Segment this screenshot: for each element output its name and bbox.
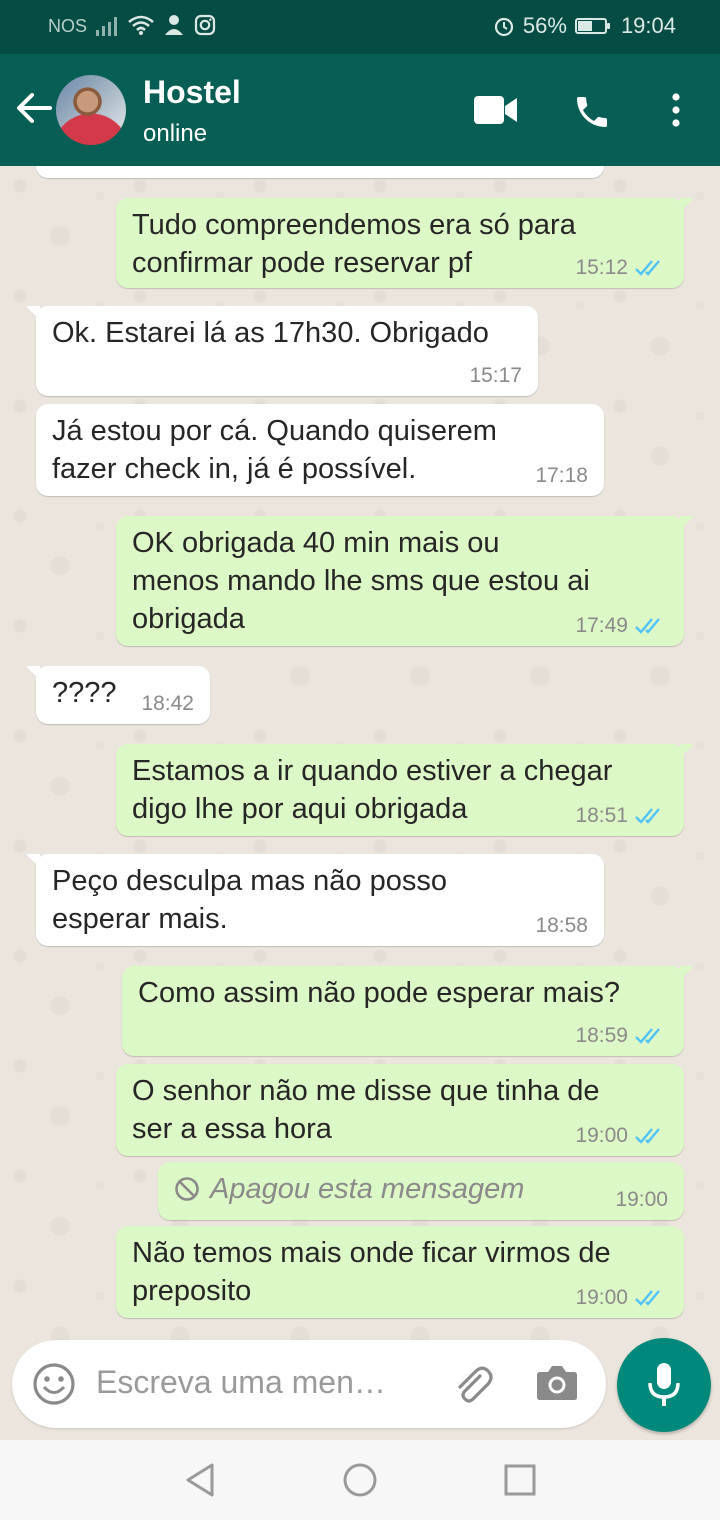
message-bubble-deleted[interactable]: Apagou esta mensagem 19:00 [158,1162,684,1220]
clock: 19:04 [620,13,676,38]
read-ticks-icon [635,1128,660,1144]
message-text: Já estou por cá. Quando quiserem fazer c… [52,415,497,485]
message-text: Tudo compreendemos era só para confirmar… [132,209,576,279]
message-text: Apagou esta mensagem [210,1173,525,1205]
message-bubble-outgoing[interactable]: Tudo compreendemos era só para confirmar… [116,198,694,288]
read-ticks-icon [635,1290,660,1306]
mic-button[interactable] [617,1338,711,1432]
message-bubble-outgoing[interactable]: Não temos mais onde ficar virmos de prep… [116,1226,684,1318]
message-text: OK obrigada 40 min mais ou menos mando l… [132,527,590,635]
alarm-icon [494,17,513,37]
message-input[interactable]: Escreva uma men… [96,1364,386,1401]
back-arrow-icon[interactable] [14,86,54,130]
message-bubble-incoming[interactable]: Ok. Estarei lá as 17h30. Obrigado 15:17 [26,306,538,396]
contact-status: online [143,120,208,147]
message-text: Ok. Estarei lá as 17h30. Obrigado [52,317,489,349]
message-bubble-outgoing[interactable]: O senhor não me disse que tinha de ser a… [116,1064,684,1156]
message-bubble-outgoing[interactable]: OK obrigada 40 min mais ou menos mando l… [116,516,694,646]
message-text: Peço desculpa mas não posso esperar mais… [52,865,447,935]
video-call-icon[interactable] [474,96,518,124]
message-text: O senhor não me disse que tinha de ser a… [132,1075,600,1145]
nav-recents-icon[interactable] [504,1464,536,1496]
message-time: 17:49 [575,614,628,637]
person-add-icon [165,15,183,35]
read-ticks-icon [635,260,660,276]
message-time: 19:00 [615,1188,668,1211]
message-bubble-incoming[interactable]: ???? 18:42 [26,666,210,724]
nav-home-icon[interactable] [342,1462,378,1498]
mic-icon [648,1363,680,1406]
camera-icon[interactable] [536,1364,578,1402]
message-bubble-partial [36,166,604,178]
message-bubble-incoming[interactable]: Já estou por cá. Quando quiserem fazer c… [36,404,604,496]
contact-name[interactable]: Hostel [143,74,241,111]
wifi-icon [128,15,154,35]
message-time: 19:00 [575,1124,628,1147]
message-time: 18:58 [535,914,588,937]
system-nav-bar [0,1440,720,1520]
status-bar: NOS 56% 19:04 [0,0,720,54]
message-time: 18:42 [141,692,194,715]
message-time: 19:00 [575,1286,628,1309]
message-text: Estamos a ir quando estiver a chegar dig… [132,755,613,825]
avatar[interactable] [56,75,126,145]
battery-percent: 56% [522,13,567,38]
chat-area[interactable]: Tudo compreendemos era só para confirmar… [0,166,720,1340]
signal-icon [96,17,117,36]
more-vert-icon[interactable] [668,92,684,128]
message-text: ???? [52,677,117,709]
message-time: 18:51 [575,804,628,827]
phone-icon[interactable] [572,92,612,132]
message-time: 17:18 [535,464,588,487]
read-ticks-icon [635,618,660,634]
chat-header: Hostel online [0,54,720,166]
message-bubble-outgoing[interactable]: Estamos a ir quando estiver a chegar dig… [116,744,694,836]
emoji-icon[interactable] [32,1362,76,1406]
read-ticks-icon [635,808,660,824]
message-text: Como assim não pode esperar mais? [138,977,620,1009]
message-bubble-outgoing[interactable]: Como assim não pode esperar mais? 18:59 [122,966,694,1056]
blocked-icon [175,1177,199,1201]
message-bubble-incoming[interactable]: Peço desculpa mas não posso esperar mais… [26,854,604,946]
attach-icon[interactable] [450,1362,494,1406]
message-time: 15:17 [469,364,522,387]
instagram-icon [194,14,216,36]
message-time: 15:12 [575,256,628,279]
read-ticks-icon [635,1028,660,1044]
battery-icon [574,18,610,34]
message-text: Não temos mais onde ficar virmos de prep… [132,1237,611,1307]
message-time: 18:59 [575,1024,628,1047]
carrier-label: NOS [48,16,88,36]
message-composer[interactable]: Escreva uma men… [12,1340,606,1428]
nav-back-icon[interactable] [184,1462,216,1498]
